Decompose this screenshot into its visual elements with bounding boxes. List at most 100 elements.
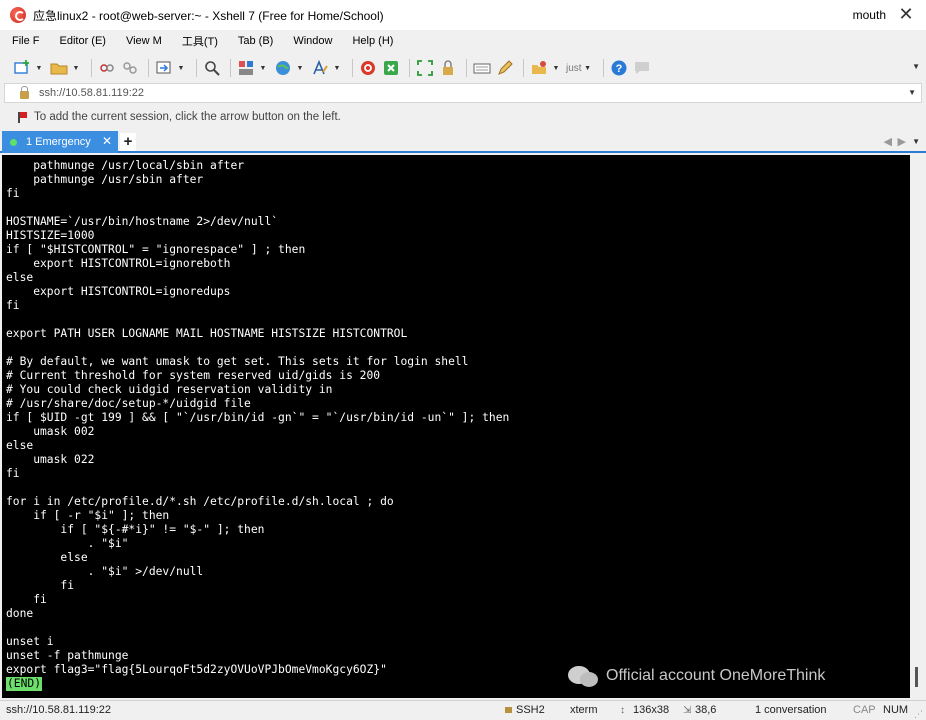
session-hint-text: To add the current session, click the ar… [34, 111, 341, 123]
terminal-output: pathmunge /usr/local/sbin after pathmung… [6, 159, 509, 691]
terminal-line: fi [6, 299, 20, 312]
terminal-scrollbar[interactable] [910, 155, 924, 698]
close-window-button[interactable]: ✕ [896, 4, 916, 24]
menu-help[interactable]: Help (H) [348, 33, 397, 49]
terminal-line: pathmunge /usr/local/sbin after [6, 159, 245, 172]
globe-icon[interactable] [273, 58, 293, 78]
session-hint-bar: To add the current session, click the ar… [0, 105, 926, 129]
chevron-down-icon[interactable]: ▼ [296, 58, 304, 78]
open-folder-icon[interactable] [49, 58, 69, 78]
keyboard-icon[interactable] [472, 58, 492, 78]
connection-status-icon [10, 138, 17, 146]
script-icon[interactable] [529, 58, 549, 78]
terminal-line: unset -f pathmunge [6, 649, 129, 662]
wechat-icon [568, 664, 600, 688]
connect-icon[interactable] [97, 58, 117, 78]
terminal-line: if [ "$HISTCONTROL" = "ignorespace" ] ; … [6, 243, 306, 256]
toolbar-overflow-chevron-icon[interactable]: ▼ [912, 62, 920, 71]
xshell-icon[interactable] [358, 58, 378, 78]
toolbar-divider [602, 59, 604, 77]
add-tab-button[interactable]: + [120, 133, 136, 151]
terminal-line: done [6, 607, 34, 620]
find-icon[interactable] [202, 58, 222, 78]
tab-scroll-right-icon[interactable]: ▶ [898, 135, 906, 148]
toolbar-divider [466, 59, 467, 77]
fullscreen-icon[interactable] [415, 58, 435, 78]
status-cursor-position: 38,6 [695, 704, 717, 716]
menu-tools[interactable]: 工具(T) [178, 31, 222, 51]
address-bar[interactable]: ssh://10.58.81.119:22 ▼ [4, 83, 922, 103]
terminal-line: HOSTNAME=`/usr/bin/hostname 2>/dev/null` [6, 215, 279, 228]
scrollbar-thumb[interactable] [915, 667, 918, 687]
terminal-screen[interactable]: pathmunge /usr/local/sbin after pathmung… [2, 155, 910, 698]
toolbar-divider [91, 59, 92, 77]
chevron-down-icon[interactable]: ▼ [908, 88, 916, 97]
menu-window[interactable]: Window [289, 33, 336, 49]
window-title: 应急linux2 - root@web-server:~ - Xshell 7 … [33, 8, 384, 23]
tab-scroll-left-icon[interactable]: ◀ [884, 135, 892, 148]
title-bar: 应急linux2 - root@web-server:~ - Xshell 7 … [0, 0, 926, 30]
chevron-down-icon[interactable]: ▼ [552, 58, 560, 78]
close-tab-icon[interactable]: ✕ [102, 134, 112, 148]
toolbar-divider [409, 59, 410, 77]
tab-emergency[interactable]: 1 Emergency ✕ [2, 131, 118, 153]
terminal-line: # By default, we want umask to get set. … [6, 355, 469, 368]
disconnect-icon[interactable] [120, 58, 140, 78]
chevron-down-icon[interactable]: ▼ [584, 58, 592, 78]
xftp-icon[interactable] [381, 58, 401, 78]
address-input[interactable]: ssh://10.58.81.119:22 [39, 87, 144, 99]
tab-label: 1 Emergency [26, 136, 91, 148]
terminal-line: # You could check uidgid reservation val… [6, 383, 333, 396]
secure-lock-icon [505, 707, 512, 713]
terminal-line: . "$i" [6, 537, 129, 550]
menu-file[interactable]: File F [8, 33, 44, 49]
chevron-down-icon[interactable]: ▼ [35, 58, 43, 78]
zoom-label[interactable]: just [566, 63, 582, 74]
toolbar-divider [352, 59, 353, 77]
status-num-lock: NUM [883, 704, 909, 716]
user-label: mouth [852, 8, 886, 22]
terminal-line: fi [6, 187, 20, 200]
pager-end-marker: (END) [6, 677, 43, 691]
terminal-line: export HISTCONTROL=ignoredups [6, 285, 231, 298]
compose-icon[interactable] [495, 58, 515, 78]
chevron-down-icon[interactable]: ▼ [259, 58, 267, 78]
transfer-icon[interactable] [154, 58, 174, 78]
layout-icon[interactable] [236, 58, 256, 78]
cursor-position-icon: ⇲ [683, 705, 692, 716]
status-sessions: 1 conversation [755, 704, 827, 716]
lock-icon[interactable] [438, 58, 458, 78]
terminal-line: # /usr/share/doc/setup-*/uidgid file [6, 397, 251, 410]
terminal-line: (END) [6, 677, 509, 691]
help-icon[interactable]: ? [609, 58, 629, 78]
terminal-line: export PATH USER LOGNAME MAIL HOSTNAME H… [6, 327, 408, 340]
menu-tab[interactable]: Tab (B) [234, 33, 277, 49]
terminal-line: else [6, 439, 34, 452]
status-bar: ssh://10.58.81.119:22 SSH2 xterm ↕ 136x3… [0, 700, 926, 720]
terminal-line: pathmunge /usr/sbin after [6, 173, 204, 186]
status-address: ssh://10.58.81.119:22 [6, 704, 111, 716]
flag-icon[interactable] [18, 111, 27, 123]
menu-view[interactable]: View M [122, 33, 166, 49]
status-terminal-type: xterm [570, 704, 598, 716]
chevron-down-icon[interactable]: ▼ [72, 58, 80, 78]
chevron-down-icon[interactable]: ▼ [333, 58, 341, 78]
terminal-line: HISTSIZE=1000 [6, 229, 95, 242]
tab-list-chevron-icon[interactable]: ▼ [912, 137, 920, 146]
terminal-line: # Current threshold for system reserved … [6, 369, 381, 382]
chat-icon[interactable] [632, 58, 652, 78]
terminal-line: unset i [6, 635, 54, 648]
new-session-icon[interactable] [12, 58, 32, 78]
watermark-text: Official account OneMoreThink [606, 667, 826, 684]
terminal-line: umask 002 [6, 425, 95, 438]
resize-grip-icon[interactable]: ⋰ [914, 709, 923, 720]
chevron-down-icon[interactable]: ▼ [177, 58, 185, 78]
toolbar-divider [148, 59, 149, 77]
font-icon[interactable] [310, 58, 330, 78]
toolbar-divider [523, 59, 524, 77]
menu-edit[interactable]: Editor (E) [56, 33, 110, 49]
